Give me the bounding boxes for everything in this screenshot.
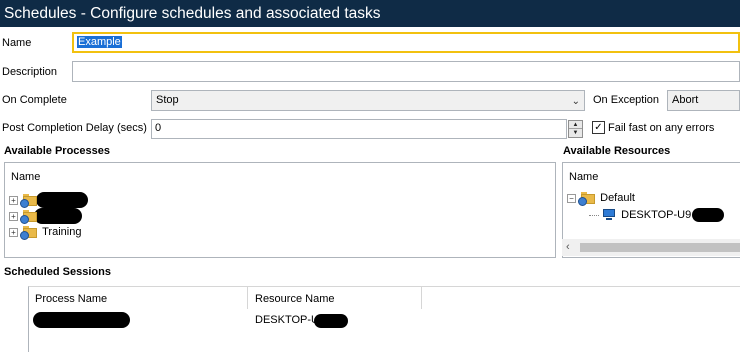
redacted-machine-suffix bbox=[314, 314, 348, 328]
description-label: Description bbox=[2, 66, 58, 78]
fail-fast-label: Fail fast on any errors bbox=[608, 122, 715, 134]
stepper-up-icon[interactable]: ▲ bbox=[569, 121, 582, 129]
checkmark-icon: ✓ bbox=[594, 122, 603, 133]
tree-item-default[interactable]: − Default bbox=[567, 190, 635, 207]
description-field[interactable] bbox=[72, 61, 740, 82]
redacted-process-name bbox=[33, 312, 130, 328]
on-exception-label: On Exception bbox=[593, 94, 660, 106]
folder-globe-icon bbox=[578, 192, 596, 207]
delay-stepper[interactable]: ▲ ▼ bbox=[568, 120, 583, 138]
folder-globe-icon bbox=[20, 226, 38, 241]
redacted-process-name bbox=[34, 208, 83, 225]
sessions-table[interactable]: Process Name Resource Name DESKTOP-U9 bbox=[28, 286, 740, 352]
folder-globe-icon bbox=[20, 210, 38, 225]
chevron-down-icon: ⌄ bbox=[571, 96, 580, 107]
chevron-left-icon[interactable]: ‹ bbox=[566, 241, 570, 253]
tree-item[interactable]: + bbox=[9, 192, 89, 209]
on-complete-value: Stop bbox=[156, 94, 179, 106]
scrollbar-thumb[interactable] bbox=[580, 243, 740, 252]
redacted-machine-suffix bbox=[692, 208, 725, 223]
name-field-value: Example bbox=[77, 36, 122, 48]
column-header-process[interactable]: Process Name bbox=[35, 293, 107, 305]
process-name: Training bbox=[42, 226, 82, 238]
scheduled-sessions-heading: Scheduled Sessions bbox=[4, 266, 111, 278]
window-title: Schedules - Configure schedules and asso… bbox=[0, 0, 740, 27]
tree-item[interactable]: + bbox=[9, 208, 83, 225]
column-divider[interactable] bbox=[421, 287, 422, 309]
resources-horizontal-scrollbar[interactable]: ‹ bbox=[562, 239, 740, 256]
redacted-process-name bbox=[36, 192, 89, 209]
on-complete-select[interactable]: Stop ⌄ bbox=[151, 90, 585, 111]
processes-name-column: Name bbox=[11, 171, 41, 183]
computer-icon bbox=[602, 209, 616, 221]
on-exception-value: Abort bbox=[672, 94, 699, 106]
fail-fast-checkbox[interactable]: ✓ bbox=[592, 121, 605, 134]
available-processes-heading: Available Processes bbox=[4, 145, 110, 157]
name-field[interactable]: Example bbox=[72, 32, 740, 53]
resource-machine-label: DESKTOP-U9 bbox=[621, 209, 692, 221]
resources-name-column: Name bbox=[569, 171, 599, 183]
column-divider[interactable] bbox=[247, 287, 248, 309]
delay-label: Post Completion Delay (secs) bbox=[2, 122, 147, 134]
on-exception-select[interactable]: Abort bbox=[667, 90, 740, 111]
available-resources-heading: Available Resources bbox=[563, 145, 671, 157]
name-label: Name bbox=[2, 37, 32, 49]
delay-input[interactable]: 0 bbox=[151, 119, 567, 139]
resource-group-label: Default bbox=[600, 192, 635, 204]
plus-square-icon[interactable]: + bbox=[9, 211, 18, 221]
minus-square-icon[interactable]: − bbox=[567, 193, 576, 203]
table-row[interactable]: DESKTOP-U9 bbox=[29, 309, 740, 331]
plus-square-icon[interactable]: + bbox=[9, 227, 18, 237]
tree-connector bbox=[589, 214, 599, 216]
stepper-down-icon[interactable]: ▼ bbox=[569, 129, 582, 137]
column-header-resource[interactable]: Resource Name bbox=[255, 293, 334, 305]
tree-item[interactable]: + Training bbox=[9, 224, 82, 241]
processes-tree[interactable]: Name + + + Training bbox=[4, 162, 556, 258]
on-complete-label: On Complete bbox=[2, 94, 67, 106]
plus-square-icon[interactable]: + bbox=[9, 195, 18, 205]
tree-item-machine[interactable]: DESKTOP-U9 bbox=[589, 207, 725, 223]
folder-globe-icon bbox=[20, 194, 38, 209]
